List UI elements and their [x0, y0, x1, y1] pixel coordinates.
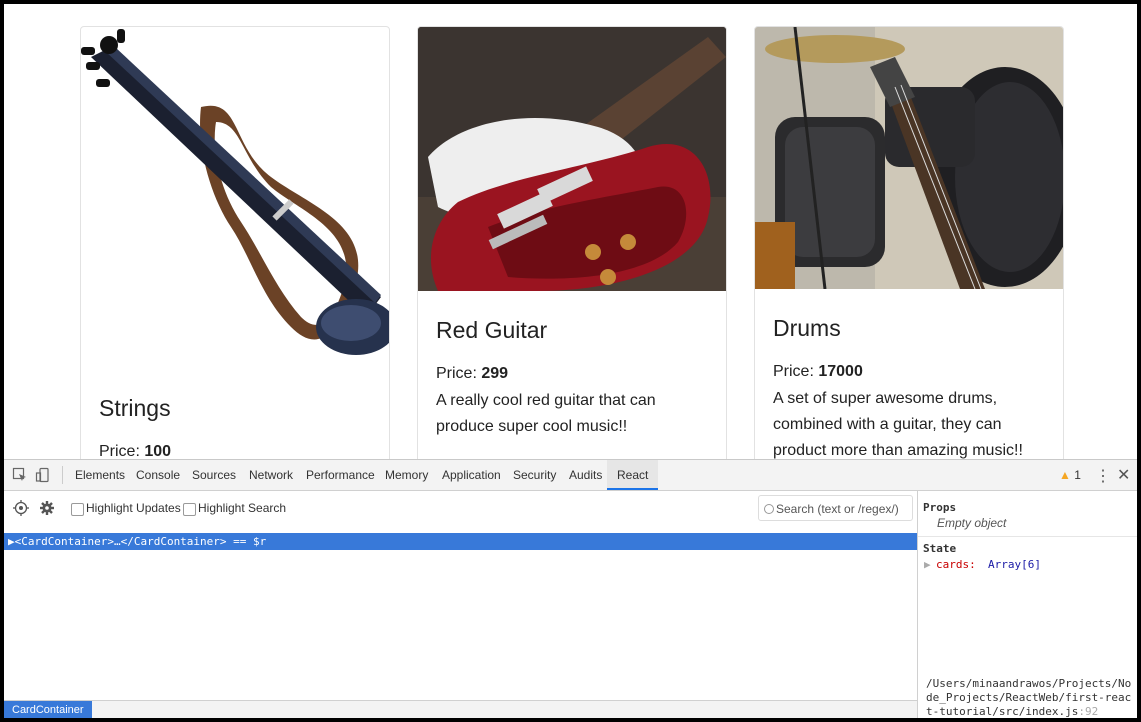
card-price: Price: 17000	[773, 363, 863, 380]
product-card-red-guitar: Red Guitar Price: 299 A really cool red …	[417, 26, 727, 459]
card-title: Red Guitar	[436, 317, 548, 343]
tab-sources[interactable]: Sources	[192, 460, 236, 490]
search-icon	[764, 504, 774, 514]
card-description: A really cool red guitar that can produc…	[436, 392, 656, 435]
highlight-search-checkbox[interactable]	[183, 503, 196, 516]
card-price: Price: 100	[99, 443, 172, 459]
component-search-input[interactable]: Search (text or /regex/)	[758, 495, 913, 521]
props-value: Empty object	[937, 516, 1007, 530]
breadcrumb-item-card-container[interactable]: CardContainer	[4, 701, 92, 718]
tab-separator	[62, 466, 63, 484]
state-heading: State	[923, 542, 957, 555]
browser-window: Strings Price: 100 Red Guitar Price: 299…	[4, 4, 1137, 718]
highlight-search-label[interactable]: Highlight Search	[198, 501, 286, 515]
tree-node-card-container[interactable]: ▶<CardContainer>…</CardContainer> == $r	[4, 533, 917, 550]
source-location-link[interactable]: /Users/minaandrawos/Projects/Node_Projec…	[926, 677, 1134, 718]
tab-security[interactable]: Security	[513, 460, 556, 490]
more-options-icon[interactable]: ⋮	[1095, 466, 1111, 486]
devtools-tab-bar: Elements Console Sources Network Perform…	[4, 460, 1137, 491]
tab-console[interactable]: Console	[136, 460, 180, 490]
device-toolbar-icon[interactable]	[35, 467, 51, 483]
tab-react[interactable]: React	[607, 460, 659, 490]
card-image-violin	[81, 27, 389, 372]
tab-elements[interactable]: Elements	[75, 460, 125, 490]
card-description: A set of super awesome drums, combined w…	[773, 390, 1023, 459]
divider	[918, 536, 1137, 537]
devtools-panel: Elements Console Sources Network Perform…	[4, 459, 1137, 718]
card-title: Drums	[773, 315, 841, 341]
card-image-drums	[755, 27, 1063, 289]
product-card-drums: Drums Price: 17000 A set of super awesom…	[754, 26, 1064, 459]
warning-icon: ▲	[1059, 468, 1071, 482]
props-heading: Props	[923, 501, 957, 514]
highlight-updates-checkbox[interactable]	[71, 503, 84, 516]
tab-performance[interactable]: Performance	[306, 460, 375, 490]
state-key[interactable]: cards:	[936, 558, 976, 571]
props-state-panel: Props Empty object State ▶ cards: Array[…	[917, 491, 1137, 718]
warning-count: 1	[1074, 468, 1081, 482]
tab-network[interactable]: Network	[249, 460, 293, 490]
card-image-red-guitar	[418, 27, 726, 291]
product-card-strings: Strings Price: 100	[80, 26, 390, 459]
tab-memory[interactable]: Memory	[385, 460, 428, 490]
source-path: /Users/minaandrawos/Projects/Node_Projec…	[926, 677, 1132, 718]
highlight-updates-label[interactable]: Highlight Updates	[86, 501, 181, 515]
source-line-number: :92	[1078, 705, 1099, 718]
inspect-element-icon[interactable]	[12, 467, 28, 483]
breadcrumb: CardContainer	[4, 700, 917, 718]
component-tree: ▶<CardContainer>…</CardContainer> == $r	[4, 533, 917, 703]
search-placeholder: Search (text or /regex/)	[776, 502, 899, 516]
gear-icon[interactable]	[39, 500, 55, 521]
page-viewport: Strings Price: 100 Red Guitar Price: 299…	[4, 4, 1137, 459]
close-icon[interactable]: ✕	[1117, 465, 1130, 485]
state-value: Array[6]	[988, 558, 1041, 571]
react-toolbar: Highlight Updates Highlight Search Searc…	[4, 491, 917, 527]
warnings-indicator[interactable]: ▲ 1	[1059, 468, 1081, 482]
card-price: Price: 299	[436, 365, 509, 382]
select-element-icon[interactable]	[13, 500, 29, 521]
tab-audits[interactable]: Audits	[569, 460, 602, 490]
expand-arrow-icon[interactable]: ▶	[924, 558, 931, 571]
tab-application[interactable]: Application	[442, 460, 501, 490]
card-title: Strings	[99, 395, 171, 421]
